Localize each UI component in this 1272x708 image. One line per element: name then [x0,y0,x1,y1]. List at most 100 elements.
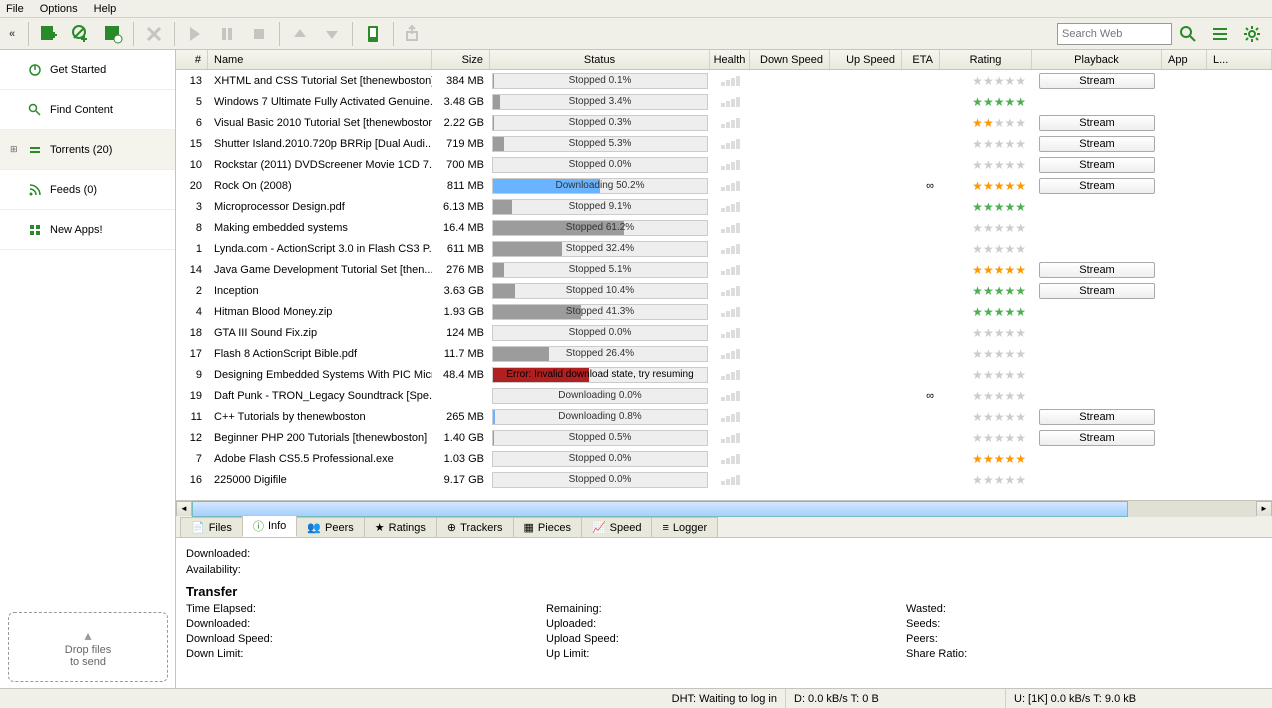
expand-icon[interactable]: ⊞ [10,144,20,155]
star-icon: ★ [994,221,1005,235]
tab-speed[interactable]: 📈Speed [581,517,653,537]
star-icon: ★ [983,410,994,424]
col-name[interactable]: Name [208,50,432,69]
stream-button[interactable]: Stream [1039,409,1155,425]
sidebar-collapse-button[interactable]: « [4,28,20,40]
col-last[interactable]: L... [1207,50,1272,69]
torrent-row[interactable]: 7 Adobe Flash CS5.5 Professional.exe 1.0… [176,448,1272,469]
cell-size: 265 MB [432,406,490,427]
torrent-row[interactable]: 6 Visual Basic 2010 Tutorial Set [thenew… [176,112,1272,133]
preferences-button[interactable] [1237,20,1267,48]
cell-size: 6.13 MB [432,196,490,217]
stream-button[interactable]: Stream [1039,157,1155,173]
star-icon: ★ [983,263,994,277]
torrent-row[interactable]: 1 Lynda.com - ActionScript 3.0 in Flash … [176,238,1272,259]
cell-name: Shutter Island.2010.720p BRRip [Dual Aud… [208,133,432,154]
col-rating[interactable]: Rating [940,50,1032,69]
tab-pieces[interactable]: ▦Pieces [513,517,582,537]
remove-button [139,20,169,48]
torrent-row[interactable]: 17 Flash 8 ActionScript Bible.pdf 11.7 M… [176,343,1272,364]
torrent-row[interactable]: 16 225000 Digifile 9.17 GB Stopped 0.0% … [176,469,1272,490]
cell-rating: ★★★★★ [940,427,1032,448]
col-health[interactable]: Health [710,50,750,69]
star-icon: ★ [994,242,1005,256]
cell-num: 8 [176,217,208,238]
cell-size: 124 MB [432,322,490,343]
torrent-row[interactable]: 2 Inception 3.63 GB Stopped 10.4% ★★★★★ … [176,280,1272,301]
search-input[interactable] [1057,23,1172,45]
stream-button[interactable]: Stream [1039,136,1155,152]
star-icon: ★ [1004,389,1015,403]
sidebar-new-apps[interactable]: New Apps! [0,210,175,250]
torrent-row[interactable]: 13 XHTML and CSS Tutorial Set [thenewbos… [176,70,1272,91]
stream-button[interactable]: Stream [1039,73,1155,89]
torrent-row[interactable]: 10 Rockstar (2011) DVDScreener Movie 1CD… [176,154,1272,175]
stream-button[interactable]: Stream [1039,115,1155,131]
cell-down-speed [750,448,830,469]
cell-status: Stopped 61.2% [490,217,710,238]
col-eta[interactable]: ETA [902,50,940,69]
menu-help[interactable]: Help [94,3,117,15]
torrent-row[interactable]: 14 Java Game Development Tutorial Set [t… [176,259,1272,280]
col-num[interactable]: # [176,50,208,69]
sidebar-torrents[interactable]: ⊞ Torrents (20) [0,130,175,170]
col-up-speed[interactable]: Up Speed [830,50,902,69]
stream-button[interactable]: Stream [1039,178,1155,194]
torrent-row[interactable]: 8 Making embedded systems 16.4 MB Stoppe… [176,217,1272,238]
tab-info[interactable]: ⓘInfo [242,515,297,537]
col-down-speed[interactable]: Down Speed [750,50,830,69]
stream-button[interactable]: Stream [1039,283,1155,299]
star-icon: ★ [983,158,994,172]
torrent-row[interactable]: 5 Windows 7 Ultimate Fully Activated Gen… [176,91,1272,112]
torrent-row[interactable]: 4 Hitman Blood Money.zip 1.93 GB Stopped… [176,301,1272,322]
col-size[interactable]: Size [432,50,490,69]
scroll-track[interactable] [192,501,1256,517]
scroll-thumb[interactable] [192,501,1128,517]
star-icon: ★ [994,200,1005,214]
tab-ratings[interactable]: ★Ratings [364,517,437,537]
horizontal-scrollbar[interactable]: ◄ ► [176,500,1272,516]
torrent-list[interactable]: 13 XHTML and CSS Tutorial Set [thenewbos… [176,70,1272,500]
sidebar-get-started[interactable]: Get Started [0,50,175,90]
sidebar-feeds[interactable]: Feeds (0) [0,170,175,210]
tab-trackers[interactable]: ⊕Trackers [436,517,514,537]
main-area: Get Started Find Content ⊞ Torrents (20)… [0,50,1272,688]
scroll-right-button[interactable]: ► [1256,501,1272,517]
list-view-button[interactable] [1205,20,1235,48]
col-app[interactable]: App [1162,50,1207,69]
tab-logger[interactable]: ≡Logger [651,517,718,537]
cell-status: Downloading 0.8% [490,406,710,427]
tab-peers[interactable]: 👥Peers [296,517,364,537]
star-icon: ★ [1015,452,1026,466]
add-torrent-button[interactable] [34,20,64,48]
torrent-row[interactable]: 15 Shutter Island.2010.720p BRRip [Dual … [176,133,1272,154]
add-url-button[interactable] [66,20,96,48]
col-status[interactable]: Status [490,50,710,69]
star-icon: ★ [972,347,983,361]
stream-button[interactable]: Stream [1039,262,1155,278]
transfer-grid: Time Elapsed: Remaining: Wasted: Downloa… [186,603,1262,660]
menu-options[interactable]: Options [40,3,78,15]
torrent-row[interactable]: 9 Designing Embedded Systems With PIC Mi… [176,364,1272,385]
create-torrent-button[interactable] [98,20,128,48]
torrent-row[interactable]: 12 Beginner PHP 200 Tutorials [thenewbos… [176,427,1272,448]
torrent-row[interactable]: 11 C++ Tutorials by thenewboston 265 MB … [176,406,1272,427]
search-button[interactable] [1173,20,1203,48]
stream-button[interactable]: Stream [1039,430,1155,446]
cell-playback [1032,217,1162,238]
cell-eta [902,70,940,91]
drop-zone[interactable]: ▴ Drop files to send [8,612,168,682]
col-playback[interactable]: Playback [1032,50,1162,69]
torrent-row[interactable]: 20 Rock On (2008) 811 MB Downloading 50.… [176,175,1272,196]
torrent-row[interactable]: 18 GTA III Sound Fix.zip 124 MB Stopped … [176,322,1272,343]
cell-name: Rockstar (2011) DVDScreener Movie 1CD 7.… [208,154,432,175]
start-button [180,20,210,48]
scroll-left-button[interactable]: ◄ [176,501,192,517]
cell-up-speed [830,280,902,301]
torrent-row[interactable]: 19 Daft Punk - TRON_Legacy Soundtrack [S… [176,385,1272,406]
remote-button[interactable] [358,20,388,48]
tab-files[interactable]: 📄Files [180,517,243,537]
sidebar-find-content[interactable]: Find Content [0,90,175,130]
menu-file[interactable]: File [6,3,24,15]
torrent-row[interactable]: 3 Microprocessor Design.pdf 6.13 MB Stop… [176,196,1272,217]
